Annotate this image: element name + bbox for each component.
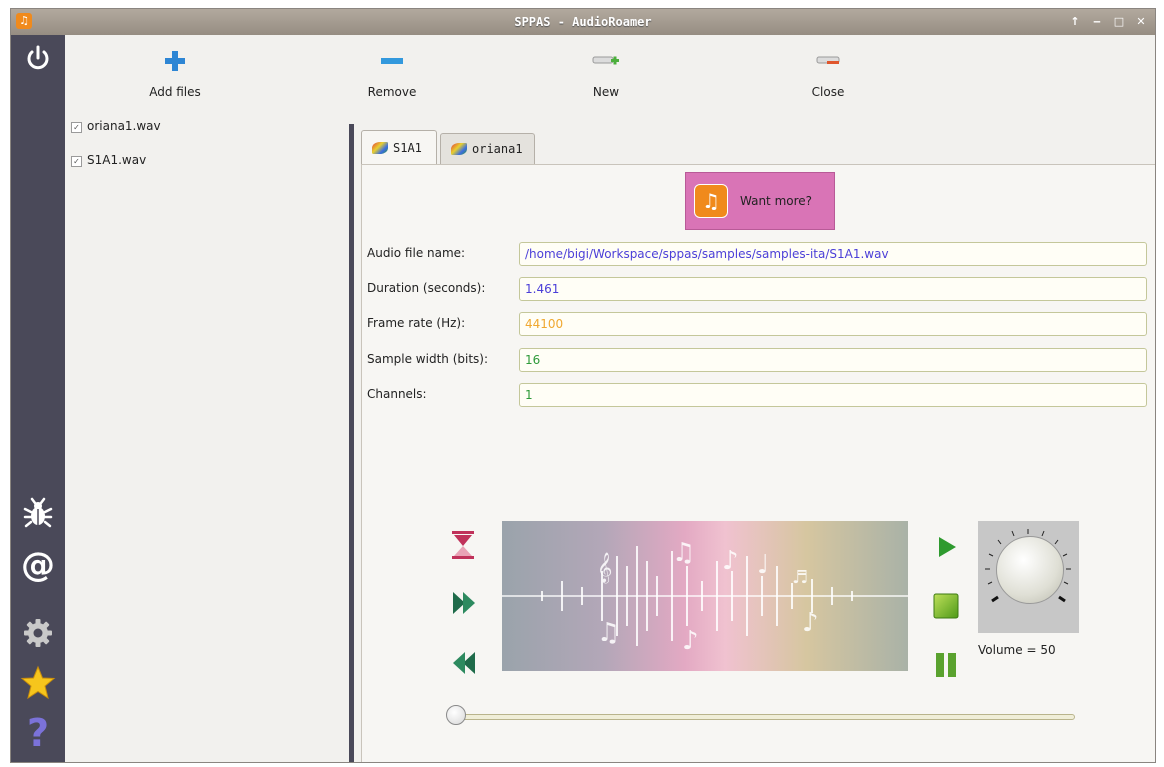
music-note-icon: ♫ xyxy=(694,184,728,218)
window-title: SPPAS - AudioRoamer xyxy=(514,15,652,29)
svg-text:♫: ♫ xyxy=(597,618,620,648)
field-label: Sample width (bits): xyxy=(367,352,489,366)
stop-icon[interactable] xyxy=(932,592,960,623)
fast-forward-icon[interactable] xyxy=(450,589,478,620)
close-window-button[interactable]: ✕ xyxy=(1133,14,1149,30)
hourglass-icon[interactable] xyxy=(450,529,476,564)
field-label: Channels: xyxy=(367,387,427,401)
new-icon xyxy=(551,43,661,79)
svg-text:♩: ♩ xyxy=(757,550,769,580)
audio-panel: ♫ Want more? Audio file name: /home/bigi… xyxy=(361,164,1155,762)
svg-text:♪: ♪ xyxy=(722,546,739,576)
sidebar: @ ? xyxy=(11,35,65,762)
svg-text:♪: ♪ xyxy=(802,608,819,638)
play-icon[interactable] xyxy=(936,535,958,562)
title-bar: ♫ SPPAS - AudioRoamer ↑ ‒ □ ✕ xyxy=(11,9,1155,35)
file-list: ✓ oriana1.wav ✓ S1A1.wav xyxy=(71,119,351,187)
new-label: New xyxy=(592,85,620,99)
add-files-button[interactable]: Add files xyxy=(120,43,230,99)
help-icon[interactable]: ? xyxy=(11,711,65,755)
at-icon[interactable]: @ xyxy=(11,545,65,585)
audio-file-name-row: Audio file name: /home/bigi/Workspace/sp… xyxy=(367,242,1147,268)
audio-waveform-image: 𝄞 ♫ ♪ ♩ ♬ ♫ ♪ ♪ xyxy=(502,521,908,671)
minimize-button[interactable]: ‒ xyxy=(1089,14,1105,30)
frame-rate-field[interactable]: 44100 xyxy=(519,312,1147,336)
list-item[interactable]: ✓ oriana1.wav xyxy=(71,119,351,153)
file-name: S1A1.wav xyxy=(87,153,147,167)
frame-rate-row: Frame rate (Hz): 44100 xyxy=(367,312,1147,338)
add-files-label: Add files xyxy=(149,85,201,99)
wave-icon xyxy=(372,141,388,154)
file-checkbox[interactable]: ✓ xyxy=(71,122,82,133)
svg-text:𝄞: 𝄞 xyxy=(597,552,612,584)
sample-width-field[interactable]: 16 xyxy=(519,348,1147,372)
duration-row: Duration (seconds): 1.461 xyxy=(367,277,1147,303)
splitter-handle[interactable] xyxy=(349,124,354,762)
wave-icon xyxy=(451,143,467,155)
close-label: Close xyxy=(811,85,845,99)
volume-label: Volume = 50 xyxy=(978,643,1056,657)
tab-label: S1A1 xyxy=(393,140,422,155)
toolbar: Add files Remove New Close xyxy=(65,35,1155,117)
minus-icon xyxy=(337,43,447,79)
power-icon[interactable] xyxy=(11,43,65,76)
want-more-button[interactable]: ♫ Want more? xyxy=(685,172,835,230)
svg-text:♬: ♬ xyxy=(792,567,808,588)
svg-text:♫: ♫ xyxy=(672,538,695,568)
app-window: ♫ SPPAS - AudioRoamer ↑ ‒ □ ✕ @ ? Add fi… xyxy=(10,8,1156,763)
close-button[interactable]: Close xyxy=(773,43,883,99)
maximize-button[interactable]: □ xyxy=(1111,14,1127,30)
svg-text:♪: ♪ xyxy=(682,626,699,656)
volume-knob[interactable] xyxy=(978,521,1079,633)
remove-button[interactable]: Remove xyxy=(337,43,447,99)
position-slider-thumb[interactable] xyxy=(446,705,466,725)
remove-label: Remove xyxy=(367,85,417,99)
volume-knob-dial[interactable] xyxy=(996,536,1064,604)
sample-width-row: Sample width (bits): 16 xyxy=(367,348,1147,374)
close-icon xyxy=(773,43,883,79)
tab-oriana1[interactable]: oriana1 xyxy=(440,133,535,164)
shade-button[interactable]: ↑ xyxy=(1067,14,1083,30)
want-more-label: Want more? xyxy=(740,194,813,208)
file-name: oriana1.wav xyxy=(87,119,161,133)
tab-label: oriana1 xyxy=(472,142,523,156)
bug-icon[interactable] xyxy=(11,497,65,532)
tab-s1a1[interactable]: S1A1 xyxy=(361,130,437,164)
gear-icon[interactable] xyxy=(11,617,65,652)
list-item[interactable]: ✓ S1A1.wav xyxy=(71,153,351,187)
pause-icon[interactable] xyxy=(934,651,958,682)
file-checkbox[interactable]: ✓ xyxy=(71,156,82,167)
window-controls: ↑ ‒ □ ✕ xyxy=(1067,14,1149,30)
field-label: Frame rate (Hz): xyxy=(367,316,466,330)
channels-row: Channels: 1 xyxy=(367,383,1147,409)
field-label: Audio file name: xyxy=(367,246,466,260)
channels-field[interactable]: 1 xyxy=(519,383,1147,407)
field-label: Duration (seconds): xyxy=(367,281,486,295)
star-icon[interactable] xyxy=(11,665,65,704)
duration-field[interactable]: 1.461 xyxy=(519,277,1147,301)
new-button[interactable]: New xyxy=(551,43,661,99)
rewind-icon[interactable] xyxy=(450,649,478,680)
plus-icon xyxy=(120,43,230,79)
audio-file-name-field[interactable]: /home/bigi/Workspace/sppas/samples/sampl… xyxy=(519,242,1147,266)
position-slider[interactable] xyxy=(457,714,1075,720)
